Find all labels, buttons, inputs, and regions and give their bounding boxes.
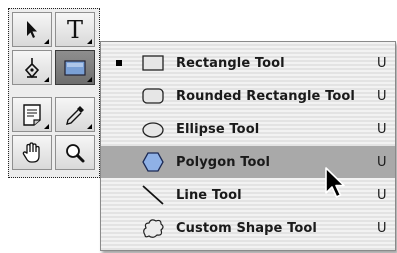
menu-item-rounded-rectangle-tool[interactable]: Rounded Rectangle Tool U <box>101 80 395 112</box>
custom-shape-icon <box>137 214 169 242</box>
menu-item-polygon-tool[interactable]: Polygon Tool U <box>101 146 395 178</box>
mouse-cursor-icon <box>325 167 345 198</box>
hand-tool-button[interactable] <box>12 135 52 170</box>
menu-item-label: Ellipse Tool <box>176 121 260 137</box>
notes-tool-button[interactable] <box>12 97 52 132</box>
selected-bullet-icon <box>116 60 122 66</box>
move-tool-button[interactable] <box>12 12 52 47</box>
type-tool-button[interactable]: T <box>55 12 95 47</box>
rectangle-shape-icon <box>64 59 86 76</box>
line-icon <box>137 181 169 209</box>
menu-item-label: Custom Shape Tool <box>176 220 317 236</box>
polygon-icon <box>137 148 169 176</box>
magnifier-icon <box>66 143 85 162</box>
submenu-indicator-icon <box>44 124 49 129</box>
toolbox-panel: T <box>8 8 100 178</box>
shape-tool-flyout-menu: Rectangle Tool U Rounded Rectangle Tool … <box>100 41 396 251</box>
submenu-indicator-icon <box>44 77 49 82</box>
hand-icon <box>22 141 40 163</box>
rounded-rectangle-icon <box>137 82 169 110</box>
rectangle-icon <box>137 49 169 77</box>
submenu-indicator-icon <box>87 39 92 44</box>
zoom-tool-button[interactable] <box>55 135 95 170</box>
menu-item-shortcut: U <box>377 220 387 236</box>
eyedropper-icon <box>66 105 84 125</box>
submenu-indicator-icon <box>87 77 92 82</box>
menu-item-label: Polygon Tool <box>176 154 271 170</box>
menu-item-rectangle-tool[interactable]: Rectangle Tool U <box>101 47 395 79</box>
menu-item-label: Rectangle Tool <box>176 55 285 71</box>
pen-tool-button[interactable] <box>12 50 52 85</box>
submenu-indicator-icon <box>44 39 49 44</box>
menu-item-label: Rounded Rectangle Tool <box>176 88 355 104</box>
menu-item-custom-shape-tool[interactable]: Custom Shape Tool U <box>101 212 395 244</box>
arrow-pointer-icon <box>27 20 37 38</box>
shape-tool-button[interactable] <box>55 50 95 85</box>
menu-item-shortcut: U <box>377 154 387 170</box>
pen-nib-icon <box>24 57 40 78</box>
menu-item-shortcut: U <box>377 55 387 71</box>
ellipse-icon <box>137 115 169 143</box>
menu-item-line-tool[interactable]: Line Tool U <box>101 179 395 211</box>
submenu-indicator-icon <box>87 124 92 129</box>
menu-item-shortcut: U <box>377 121 387 137</box>
menu-item-label: Line Tool <box>176 187 242 203</box>
menu-item-ellipse-tool[interactable]: Ellipse Tool U <box>101 113 395 145</box>
eyedropper-tool-button[interactable] <box>55 97 95 132</box>
type-T-icon: T <box>66 15 83 44</box>
menu-item-shortcut: U <box>377 187 387 203</box>
menu-item-shortcut: U <box>377 88 387 104</box>
note-icon <box>23 103 41 126</box>
